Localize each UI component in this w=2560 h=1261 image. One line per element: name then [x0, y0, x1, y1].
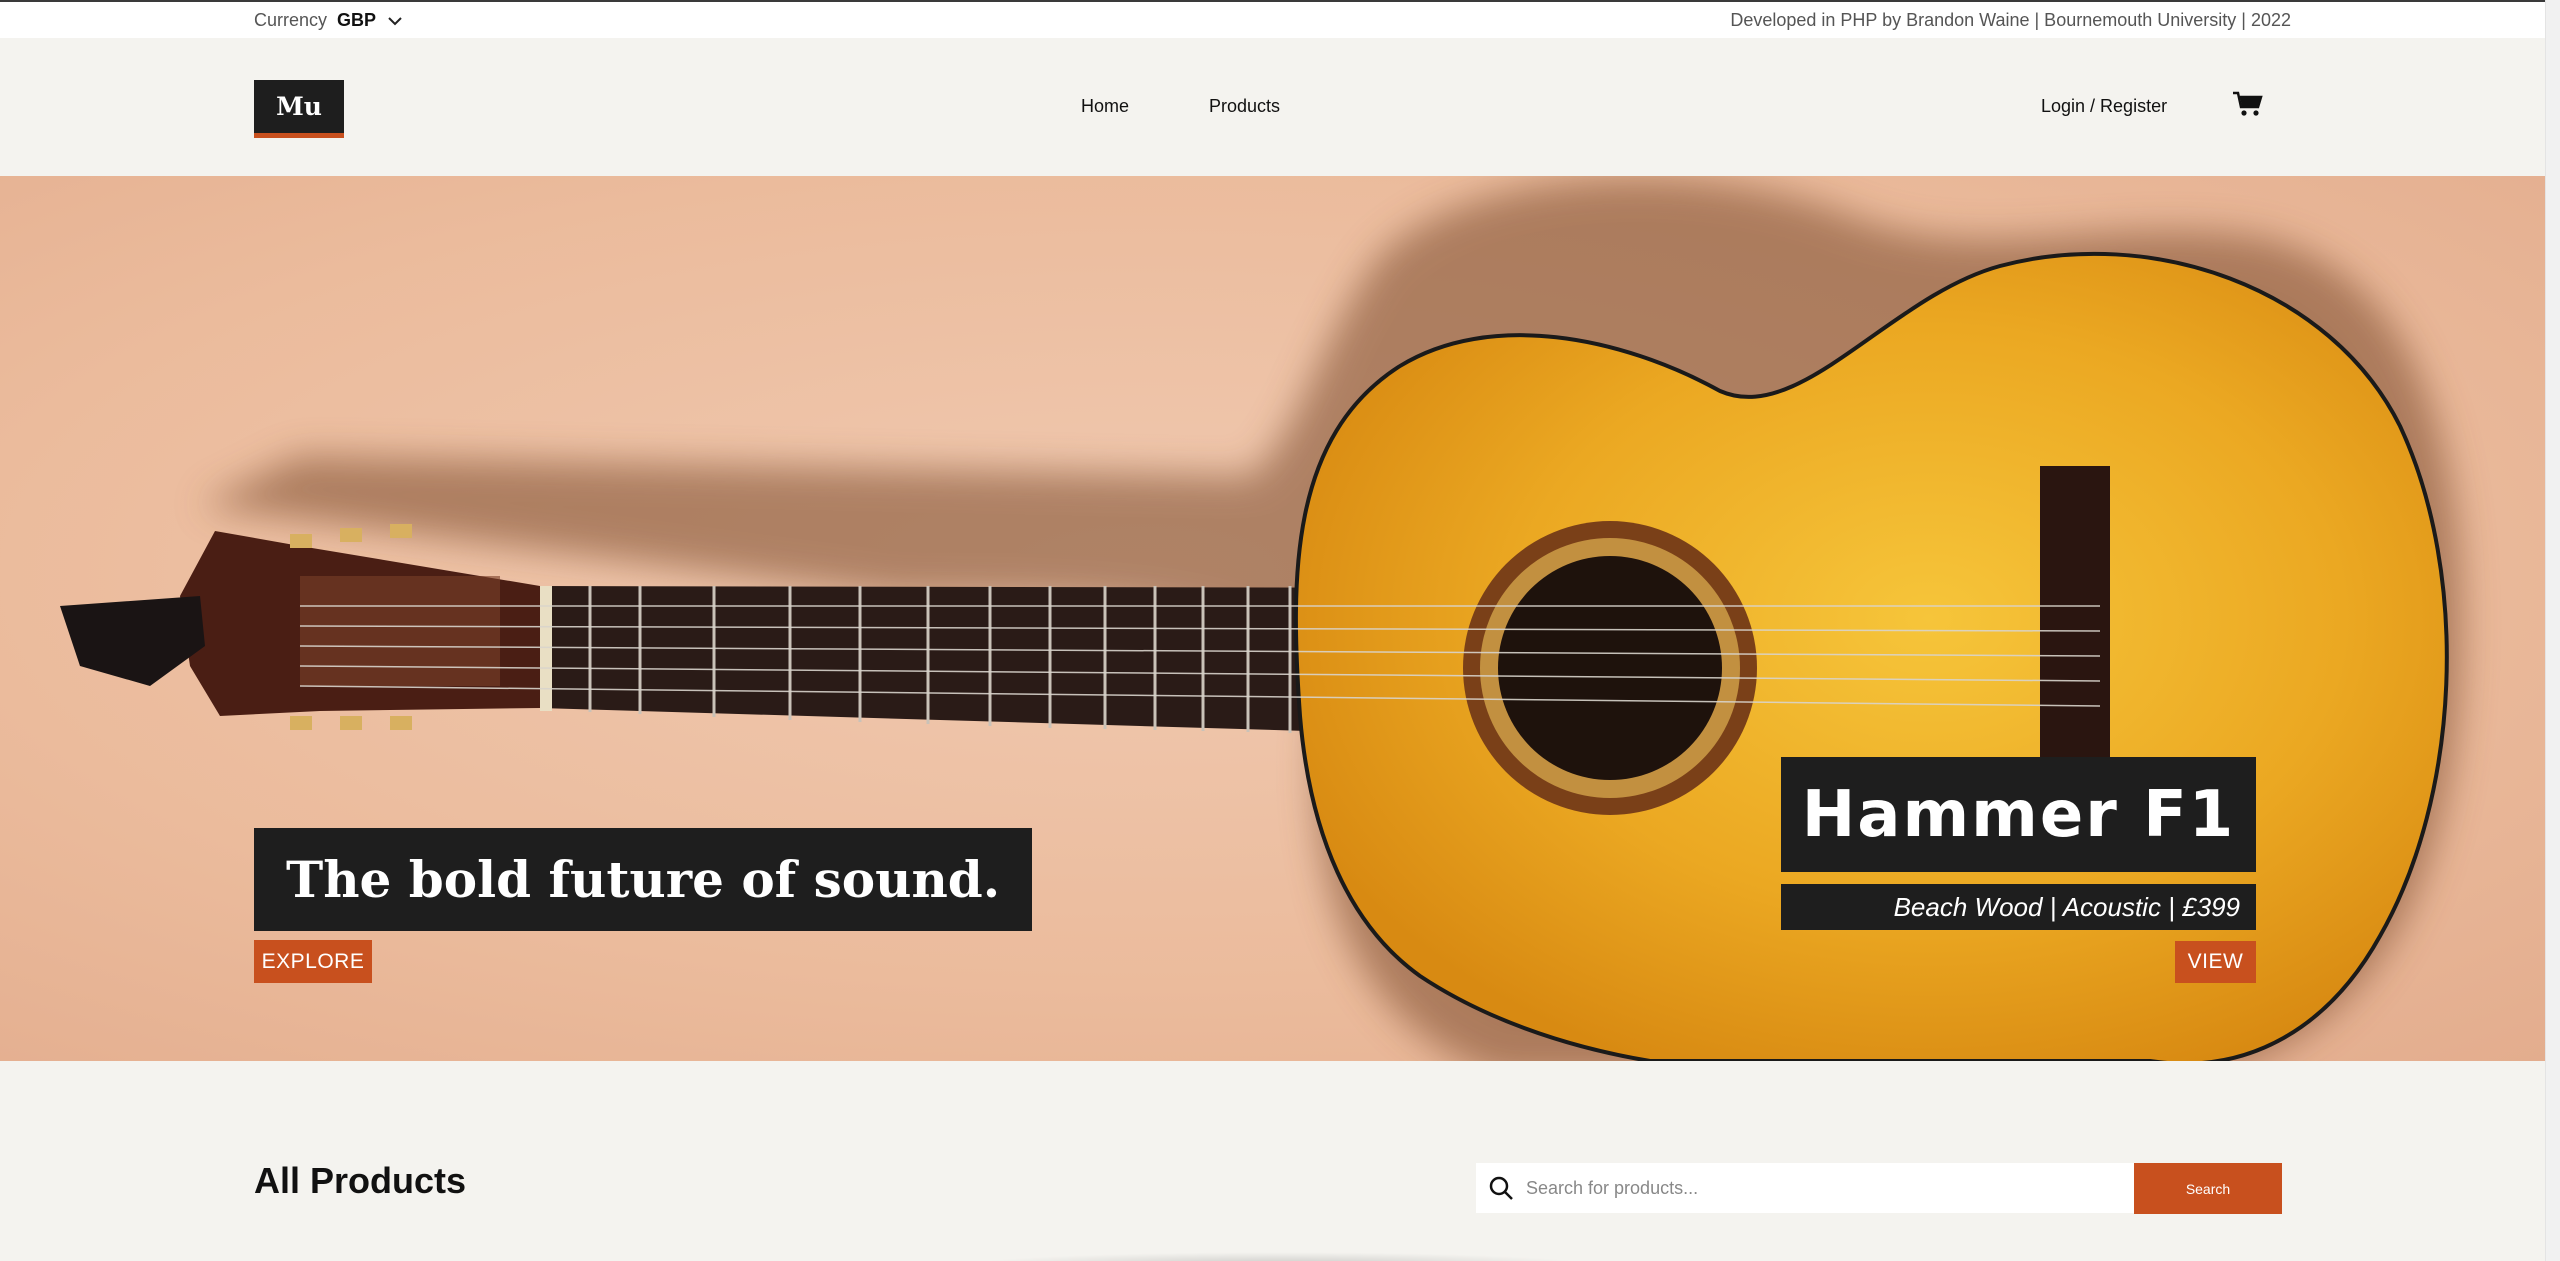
- nav-home[interactable]: Home: [1081, 96, 1129, 117]
- site-logo[interactable]: Mu: [254, 80, 344, 138]
- product-search-box: [1476, 1163, 2134, 1213]
- currency-selector[interactable]: Currency GBP: [254, 10, 404, 31]
- page-scrollbar[interactable]: [2545, 0, 2560, 1261]
- featured-product-details: Beach Wood | Acoustic | £399: [1781, 884, 2256, 930]
- product-card-shadow: [960, 1252, 1600, 1261]
- currency-label: Currency: [254, 10, 328, 30]
- featured-product-name: Hammer F1: [1781, 757, 2256, 872]
- search-button[interactable]: Search: [2134, 1163, 2282, 1214]
- top-utility-bar: Currency GBP Developed in PHP by Brandon…: [0, 2, 2545, 38]
- nav-products[interactable]: Products: [1209, 96, 1280, 117]
- chevron-down-icon[interactable]: [386, 12, 404, 30]
- cart-icon[interactable]: [2232, 90, 2264, 118]
- explore-button[interactable]: EXPLORE: [254, 940, 372, 983]
- developer-credits: Developed in PHP by Brandon Waine | Bour…: [1730, 10, 2291, 30]
- site-header: Mu Home Products Login / Register: [0, 38, 2545, 176]
- hero-tagline: The bold future of sound.: [254, 828, 1033, 931]
- currency-value[interactable]: GBP: [337, 10, 376, 31]
- all-products-heading: All Products: [254, 1160, 467, 1201]
- login-register-link[interactable]: Login / Register: [2041, 96, 2167, 117]
- search-icon: [1489, 1176, 1513, 1200]
- view-product-button[interactable]: VIEW: [2175, 941, 2256, 983]
- search-input[interactable]: [1526, 1177, 2116, 1199]
- hero-banner: The bold future of sound. EXPLORE Hammer…: [0, 176, 2545, 1061]
